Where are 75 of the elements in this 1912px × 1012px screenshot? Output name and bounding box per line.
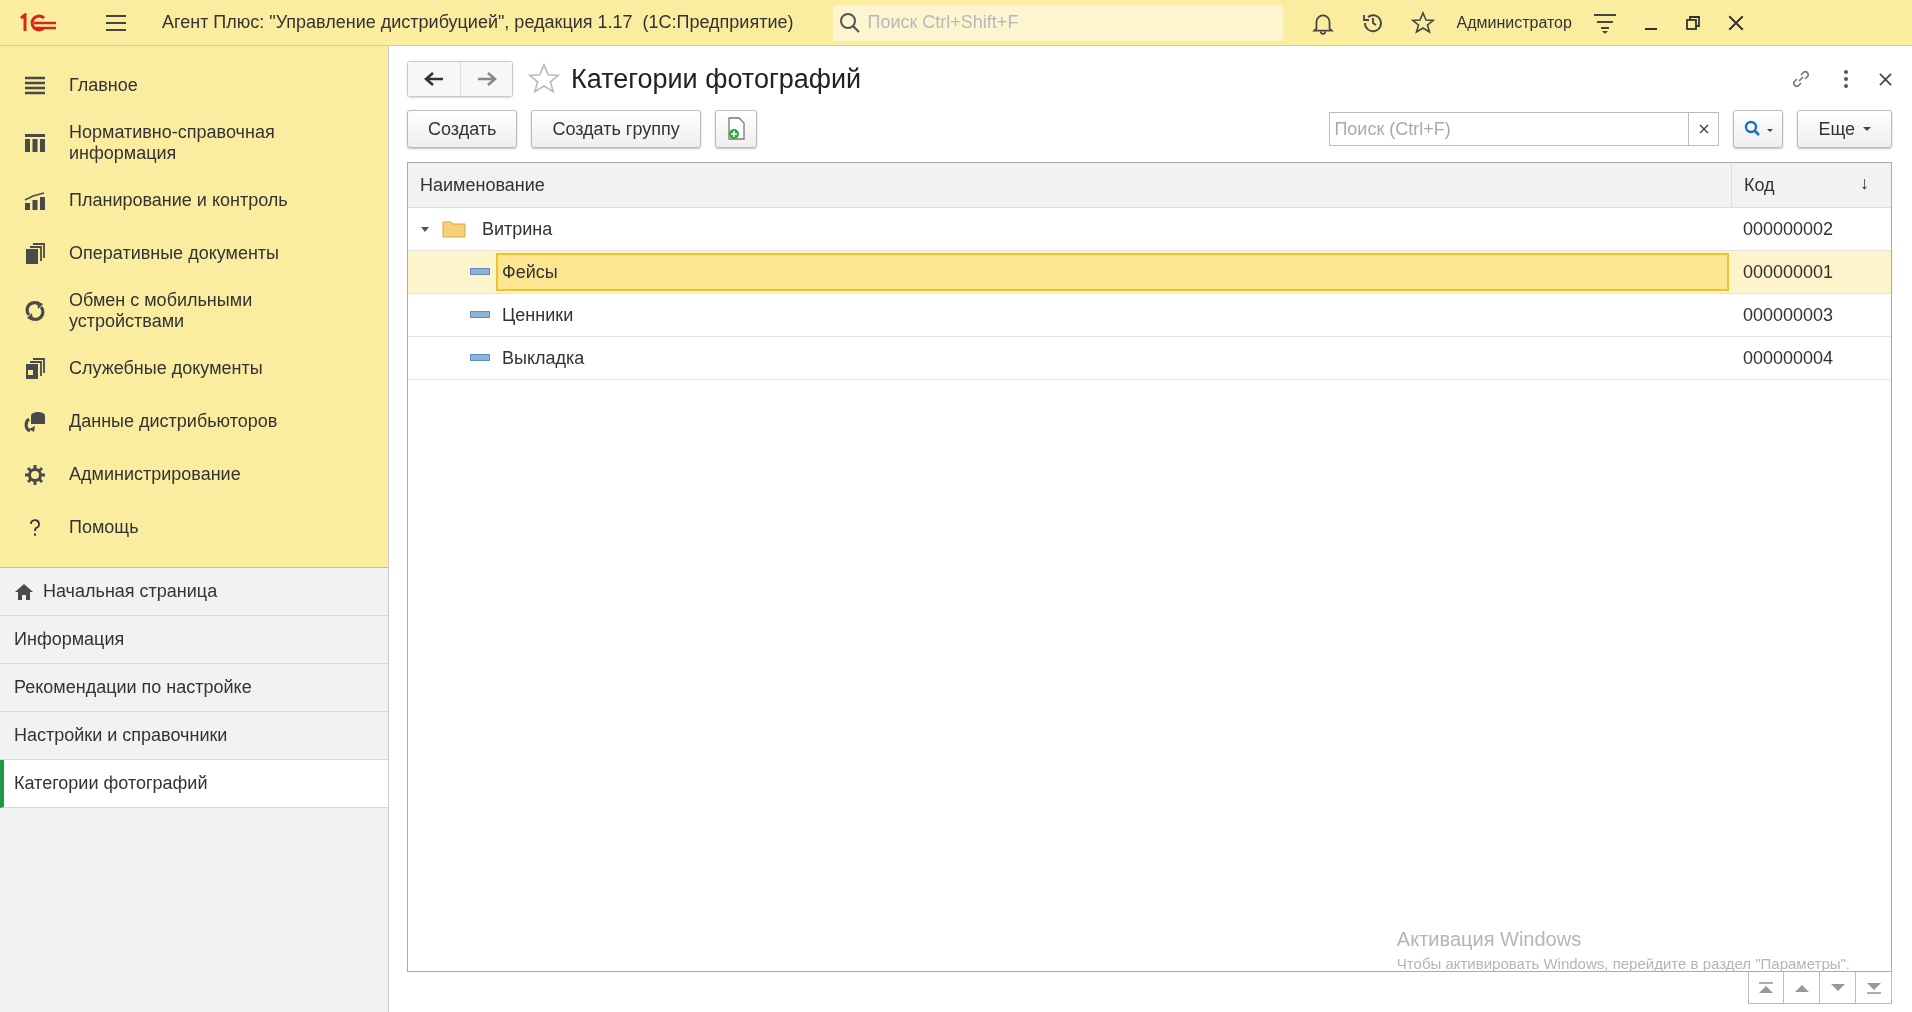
column-header[interactable]: Наименование xyxy=(408,163,1731,207)
scroll-up-button[interactable] xyxy=(1784,972,1820,1004)
search-field[interactable]: Поиск Ctrl+Shift+F xyxy=(833,4,1284,41)
table-cell-text: Выкладка xyxy=(501,346,586,370)
section-item[interactable]: Оперативные документы xyxy=(0,227,388,280)
home-icon xyxy=(14,582,34,601)
table-cell-text: 000000001 xyxy=(1742,260,1835,284)
close-icon[interactable] xyxy=(1879,72,1892,86)
caret-icon xyxy=(1863,126,1871,132)
toolbar-button[interactable]: Создать группу xyxy=(531,110,701,148)
table-row[interactable]: Выкладка 000000004 xyxy=(408,337,1891,380)
bar-chart-icon xyxy=(24,190,46,211)
section-item[interactable]: Данные дистрибьюторов xyxy=(0,395,388,448)
arrow-right-icon xyxy=(476,72,497,86)
help-icon xyxy=(28,517,42,538)
open-window-tab[interactable]: Категории фотографий xyxy=(0,760,388,808)
section-item[interactable]: Администрирование xyxy=(0,448,388,501)
activation-notice-title: Активация Windows xyxy=(1396,928,1583,951)
sync-icon xyxy=(24,300,46,322)
documents-icon xyxy=(24,242,46,265)
sort-indicator: ↓ xyxy=(1860,173,1869,194)
table-cell-text: 000000002 xyxy=(1742,217,1835,241)
app-logo-icon xyxy=(18,12,58,33)
columns-icon xyxy=(24,133,46,153)
star-icon[interactable] xyxy=(1411,10,1436,35)
close-icon[interactable] xyxy=(1726,13,1745,32)
item-icon xyxy=(470,354,490,362)
database-exchange-icon xyxy=(24,410,46,433)
toolbar-button[interactable]: Создать xyxy=(407,110,518,148)
restore-icon[interactable] xyxy=(1684,14,1701,31)
table-cell-text: Ценники xyxy=(501,303,575,327)
scroll-last-icon xyxy=(1865,981,1882,994)
item-icon xyxy=(470,311,490,319)
documents-icon xyxy=(24,357,46,380)
section-item[interactable]: Обмен с мобильными устройствами xyxy=(0,280,388,342)
table-cell-text: 000000004 xyxy=(1742,346,1835,370)
section-item[interactable]: Планирование и контроль xyxy=(0,174,388,227)
table-row[interactable]: Ценники 000000003 xyxy=(408,294,1891,337)
folder-icon xyxy=(442,220,466,238)
search-dropdown-icon xyxy=(1744,120,1775,138)
scroll-first-button[interactable] xyxy=(1748,972,1784,1004)
window-title: Агент Плюс: "Управление дистрибуцией", редакция 1.17 (1С:Предприятие) xyxy=(162,12,794,33)
add-document-icon xyxy=(725,117,746,141)
menu-icon[interactable] xyxy=(105,13,127,32)
activation-notice-text: Чтобы активировать Windows, перейдите в раздел "Параметры". xyxy=(1396,955,1850,972)
triangle-down-icon xyxy=(1829,982,1846,993)
form-title: Категории фотографий xyxy=(571,63,862,95)
clear-icon xyxy=(1698,124,1709,134)
section-item[interactable]: Главное xyxy=(0,59,388,112)
more-button[interactable]: Еще xyxy=(1797,110,1892,148)
triangle-up-icon xyxy=(1793,982,1810,993)
expand-toggle-icon[interactable] xyxy=(420,224,430,234)
user-name[interactable]: Администратор xyxy=(1456,13,1572,32)
table-row[interactable]: Фейсы 000000001 xyxy=(408,251,1891,294)
favorite-star-icon[interactable] xyxy=(527,62,561,96)
search-button[interactable] xyxy=(1733,110,1784,148)
list-search-field[interactable]: Поиск (Ctrl+F) xyxy=(1329,112,1690,146)
section-item[interactable]: Нормативно-справочная информация xyxy=(0,112,388,174)
search-icon xyxy=(839,11,862,34)
arrow-left-icon xyxy=(424,72,444,86)
list-icon xyxy=(24,75,46,96)
settings-menu-icon[interactable] xyxy=(1592,11,1617,34)
scroll-down-button[interactable] xyxy=(1820,972,1856,1004)
item-icon xyxy=(470,268,490,276)
table-cell: Фейсы xyxy=(496,253,1729,291)
gear-icon xyxy=(24,463,46,486)
scroll-first-icon xyxy=(1758,981,1774,994)
section-item[interactable]: Служебные документы xyxy=(0,342,388,395)
table-cell-text: 000000003 xyxy=(1742,303,1835,327)
section-item[interactable]: Помощь xyxy=(0,501,388,554)
back-button[interactable] xyxy=(408,62,460,96)
table-cell-text: Витрина xyxy=(481,217,554,241)
add-file-button[interactable] xyxy=(714,110,757,148)
more-vertical-icon[interactable] xyxy=(1843,69,1849,89)
scroll-last-button[interactable] xyxy=(1856,972,1892,1004)
